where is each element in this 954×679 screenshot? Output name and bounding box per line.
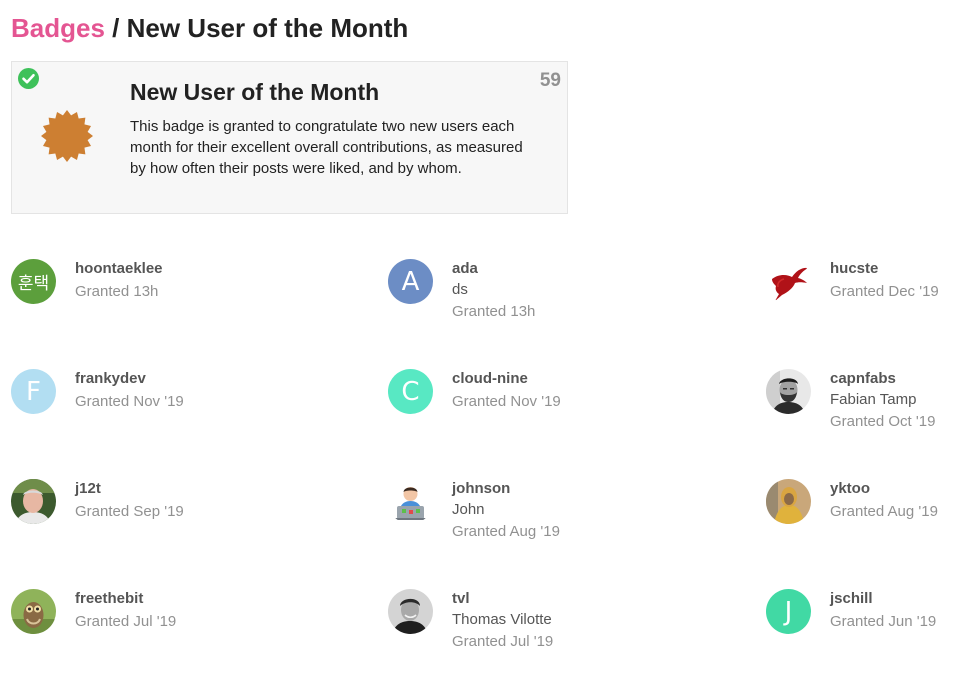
granted-date: Granted 13h <box>452 303 536 320</box>
avatar[interactable]: 훈택 <box>11 259 56 304</box>
user-card-jschill[interactable]: J jschill Granted Jun '19 <box>766 589 954 679</box>
granted-date: Granted Jul '19 <box>452 633 554 650</box>
username[interactable]: hucste <box>830 260 939 278</box>
avatar[interactable]: C <box>388 369 433 414</box>
granted-date: Granted Jun '19 <box>830 613 937 630</box>
man-outdoors-photo-icon[interactable] <box>11 479 56 524</box>
username[interactable]: tvl <box>452 590 553 608</box>
user-card-yktoo[interactable]: yktoo Granted Aug '19 <box>766 479 954 569</box>
granted-date: Granted Nov '19 <box>75 393 184 410</box>
username[interactable]: johnson <box>452 480 560 498</box>
avatar[interactable]: A <box>388 259 433 304</box>
avatar[interactable]: F <box>11 369 56 414</box>
granted-date: Granted Dec '19 <box>830 283 939 300</box>
granted-date: Granted Aug '19 <box>830 503 938 520</box>
person-at-laptop-icon[interactable] <box>388 479 433 524</box>
username[interactable]: yktoo <box>830 480 938 498</box>
username[interactable]: hoontaeklee <box>75 260 163 278</box>
granted-date: Granted Oct '19 <box>830 413 936 430</box>
user-card-johnson[interactable]: johnson John Granted Aug '19 <box>388 479 588 569</box>
username[interactable]: j12t <box>75 480 184 498</box>
user-full-name: Fabian Tamp <box>830 391 917 408</box>
username[interactable]: frankydev <box>75 370 184 388</box>
man-grayscale-photo-icon[interactable] <box>388 589 433 634</box>
avatar[interactable]: J <box>766 589 811 634</box>
user-card-frankydev[interactable]: F frankydev Granted Nov '19 <box>11 369 211 459</box>
granted-date: Granted 13h <box>75 283 159 300</box>
user-full-name: Thomas Vilotte <box>452 611 552 628</box>
granted-date: Granted Jul '19 <box>75 613 177 630</box>
user-full-name: ds <box>452 281 468 298</box>
bearded-man-photo-icon[interactable] <box>766 369 811 414</box>
username[interactable]: capnfabs <box>830 370 935 388</box>
user-card-hoontaeklee[interactable]: 훈택 hoontaeklee Granted 13h <box>11 259 211 349</box>
user-card-hucste[interactable]: hucste Granted Dec '19 <box>766 259 954 349</box>
user-card-capnfabs[interactable]: capnfabs Fabian Tamp Granted Oct '19 <box>766 369 954 459</box>
username[interactable]: ada <box>452 260 535 278</box>
user-card-cloud-nine[interactable]: C cloud-nine Granted Nov '19 <box>388 369 588 459</box>
owl-photo-icon[interactable] <box>11 589 56 634</box>
user-card-j12t[interactable]: j12t Granted Sep '19 <box>11 479 211 569</box>
user-card-ada[interactable]: A ada ds Granted 13h <box>388 259 588 349</box>
granted-date: Granted Nov '19 <box>452 393 561 410</box>
username[interactable]: jschill <box>830 590 936 608</box>
user-card-tvl[interactable]: tvl Thomas Vilotte Granted Jul '19 <box>388 589 588 679</box>
username[interactable]: freethebit <box>75 590 176 608</box>
user-card-freethebit[interactable]: freethebit Granted Jul '19 <box>11 589 211 679</box>
badge-recipients-grid: 훈택 hoontaeklee Granted 13h A ada ds Gran… <box>0 0 954 662</box>
granted-date: Granted Aug '19 <box>452 523 560 540</box>
red-bird-icon[interactable] <box>766 259 811 304</box>
username[interactable]: cloud-nine <box>452 370 561 388</box>
user-full-name: John <box>452 501 485 518</box>
granted-date: Granted Sep '19 <box>75 503 184 520</box>
yellow-jacket-photo-icon[interactable] <box>766 479 811 524</box>
